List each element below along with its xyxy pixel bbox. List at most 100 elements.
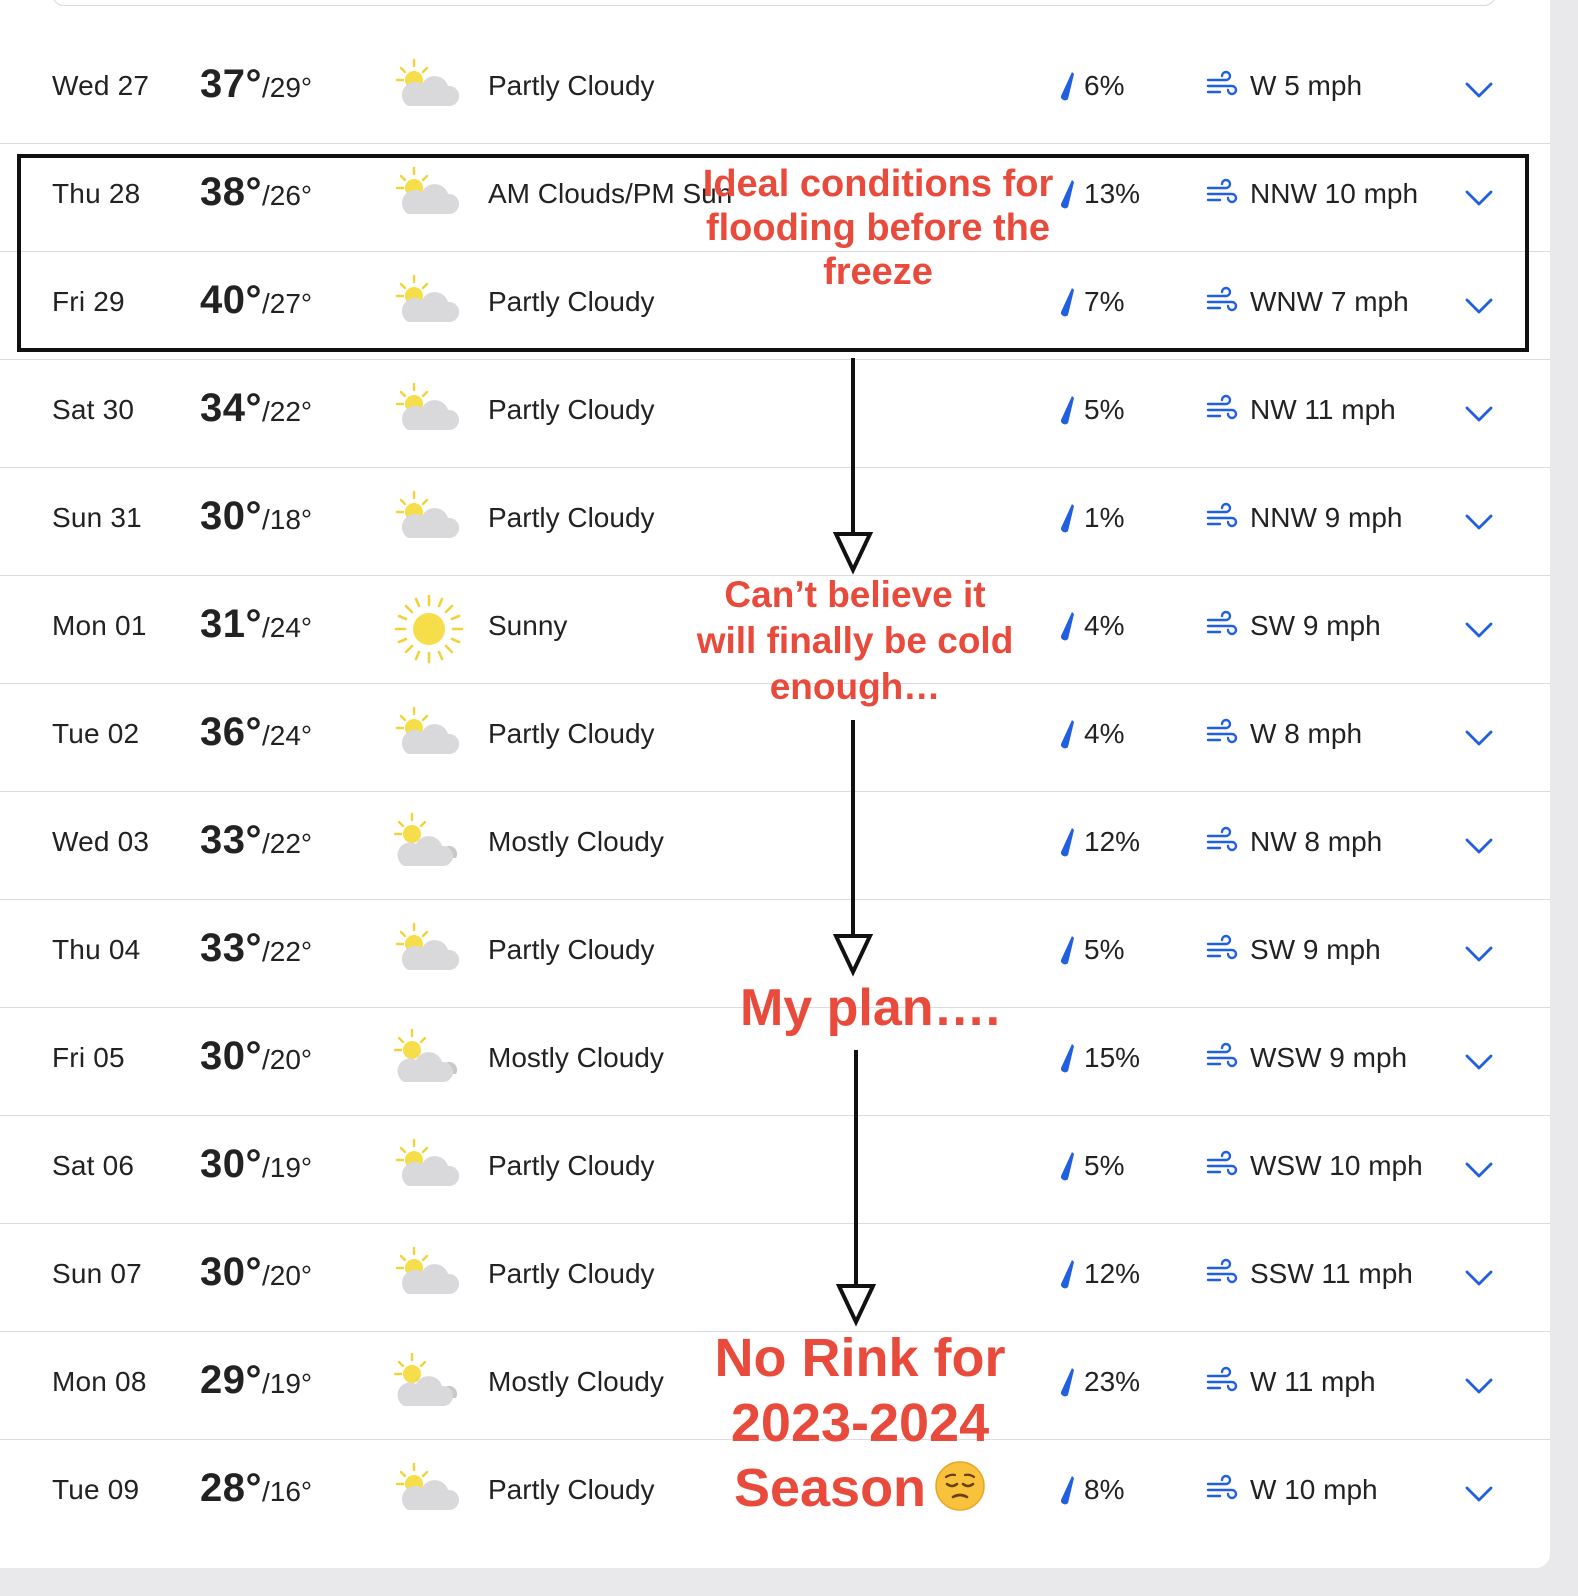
chevron-down-icon[interactable] bbox=[1462, 504, 1496, 538]
high-temp: 33° bbox=[200, 926, 262, 970]
low-temp: /24° bbox=[262, 612, 313, 643]
wind-icon bbox=[1206, 610, 1238, 642]
mostly-cloudy-icon bbox=[393, 1026, 464, 1096]
high-temp: 36° bbox=[200, 710, 262, 754]
forecast-row[interactable]: Sat 30 34°/22° Partly Cloudy 5% NW 11 mp… bbox=[0, 360, 1550, 468]
wind-icon bbox=[1206, 70, 1238, 102]
temperature: 33°/22° bbox=[200, 926, 312, 971]
temperature: 30°/20° bbox=[200, 1250, 312, 1295]
temperature: 36°/24° bbox=[200, 710, 312, 755]
wind-icon bbox=[1206, 1474, 1238, 1506]
high-temp: 33° bbox=[200, 818, 262, 862]
raindrop-icon bbox=[1056, 1042, 1076, 1074]
day-label: Sun 31 bbox=[52, 502, 142, 533]
temperature: 33°/22° bbox=[200, 818, 312, 863]
day-label: Fri 05 bbox=[52, 1042, 125, 1073]
low-temp: /20° bbox=[262, 1260, 313, 1291]
forecast-row[interactable]: Wed 03 33°/22° Mostly Cloudy 12% NW 8 mp… bbox=[0, 792, 1550, 900]
partly-cloudy-icon bbox=[394, 1458, 464, 1528]
precip-chance: 8% bbox=[1084, 1474, 1125, 1505]
day-label: Tue 02 bbox=[52, 718, 140, 749]
wind-icon bbox=[1206, 826, 1238, 858]
chevron-down-icon[interactable] bbox=[1462, 612, 1496, 646]
condition-text: Mostly Cloudy bbox=[488, 826, 664, 857]
low-temp: /20° bbox=[262, 1044, 313, 1075]
forecast-row[interactable]: Wed 27 37°/29° Partly Cloudy 6% W 5 mph bbox=[0, 36, 1550, 144]
precip-chance: 1% bbox=[1084, 502, 1125, 533]
high-temp: 29° bbox=[200, 1358, 262, 1402]
wind-speed: WSW 9 mph bbox=[1250, 1042, 1408, 1073]
wind-icon bbox=[1206, 502, 1238, 534]
temperature: 31°/24° bbox=[200, 602, 312, 647]
chevron-down-icon[interactable] bbox=[1462, 1152, 1496, 1186]
low-temp: /22° bbox=[262, 936, 313, 967]
chevron-down-icon[interactable] bbox=[1462, 72, 1496, 106]
forecast-row[interactable]: Sun 07 30°/20° Partly Cloudy 12% SSW 11 … bbox=[0, 1224, 1550, 1332]
day-label: Sat 30 bbox=[52, 394, 135, 425]
forecast-row[interactable]: Sat 06 30°/19° Partly Cloudy 5% WSW 10 m… bbox=[0, 1116, 1550, 1224]
raindrop-icon bbox=[1056, 610, 1076, 642]
condition-text: Sunny bbox=[488, 610, 568, 641]
wind-speed: W 10 mph bbox=[1250, 1474, 1378, 1505]
wind-speed: SW 9 mph bbox=[1250, 610, 1381, 641]
precip-chance: 12% bbox=[1084, 1258, 1141, 1289]
condition-text: Mostly Cloudy bbox=[488, 1042, 664, 1073]
precip-chance: 4% bbox=[1084, 610, 1125, 641]
day-label: Sun 07 bbox=[52, 1258, 142, 1289]
wind-speed: WSW 10 mph bbox=[1250, 1150, 1423, 1181]
wind-speed: W 8 mph bbox=[1250, 718, 1363, 749]
forecast-row[interactable]: Sun 31 30°/18° Partly Cloudy 1% NNW 9 mp… bbox=[0, 468, 1550, 576]
wind-speed: W 5 mph bbox=[1250, 70, 1363, 101]
chevron-down-icon[interactable] bbox=[1462, 1368, 1496, 1402]
wind-speed: SW 9 mph bbox=[1250, 934, 1381, 965]
raindrop-icon bbox=[1056, 934, 1076, 966]
condition-text: Partly Cloudy bbox=[488, 934, 655, 965]
chevron-down-icon[interactable] bbox=[1462, 720, 1496, 754]
pensive-face-emoji bbox=[935, 1460, 985, 1511]
chevron-down-icon[interactable] bbox=[1462, 1260, 1496, 1294]
temperature: 29°/19° bbox=[200, 1358, 312, 1403]
temperature: 37°/29° bbox=[200, 62, 312, 107]
wind-speed: SSW 11 mph bbox=[1250, 1258, 1413, 1289]
wind-speed: NW 11 mph bbox=[1250, 394, 1396, 425]
condition-text: Partly Cloudy bbox=[488, 1258, 655, 1289]
condition-text: Partly Cloudy bbox=[488, 1150, 655, 1181]
partly-cloudy-icon bbox=[394, 54, 464, 124]
chevron-down-icon[interactable] bbox=[1462, 828, 1496, 862]
partly-cloudy-icon bbox=[394, 702, 464, 772]
forecast-panel: Wed 27 37°/29° Partly Cloudy 6% W 5 mph … bbox=[0, 0, 1550, 1568]
low-temp: /22° bbox=[262, 828, 313, 859]
forecast-header-edge bbox=[52, 0, 1496, 6]
precip-chance: 4% bbox=[1084, 718, 1125, 749]
chevron-down-icon[interactable] bbox=[1462, 1044, 1496, 1078]
chevron-down-icon[interactable] bbox=[1462, 1476, 1496, 1510]
chevron-down-icon[interactable] bbox=[1462, 396, 1496, 430]
chevron-down-icon[interactable] bbox=[1462, 936, 1496, 970]
low-temp: /18° bbox=[262, 504, 313, 535]
precip-chance: 5% bbox=[1084, 1150, 1125, 1181]
partly-cloudy-icon bbox=[394, 1242, 464, 1312]
wind-icon bbox=[1206, 1258, 1238, 1290]
raindrop-icon bbox=[1056, 1258, 1076, 1290]
temperature: 30°/19° bbox=[200, 1142, 312, 1187]
high-temp: 34° bbox=[200, 386, 262, 430]
precip-chance: 12% bbox=[1084, 826, 1141, 857]
precip-chance: 23% bbox=[1084, 1366, 1141, 1397]
low-temp: /16° bbox=[262, 1476, 313, 1507]
day-label: Mon 08 bbox=[52, 1366, 147, 1397]
high-temp: 30° bbox=[200, 1250, 262, 1294]
wind-speed: W 11 mph bbox=[1250, 1366, 1376, 1397]
annotation-my-plan: My plan…. bbox=[739, 979, 1001, 1037]
partly-cloudy-icon bbox=[394, 486, 464, 556]
wind-icon bbox=[1206, 1366, 1238, 1398]
raindrop-icon bbox=[1056, 70, 1076, 102]
day-label: Thu 04 bbox=[52, 934, 141, 965]
wind-speed: NW 8 mph bbox=[1250, 826, 1383, 857]
temperature: 28°/16° bbox=[200, 1466, 312, 1511]
wind-icon bbox=[1206, 718, 1238, 750]
wind-speed: NNW 9 mph bbox=[1250, 502, 1403, 533]
mostly-cloudy-icon bbox=[393, 810, 464, 880]
raindrop-icon bbox=[1056, 718, 1076, 750]
sun-icon bbox=[394, 594, 464, 664]
condition-text: Partly Cloudy bbox=[488, 394, 655, 425]
